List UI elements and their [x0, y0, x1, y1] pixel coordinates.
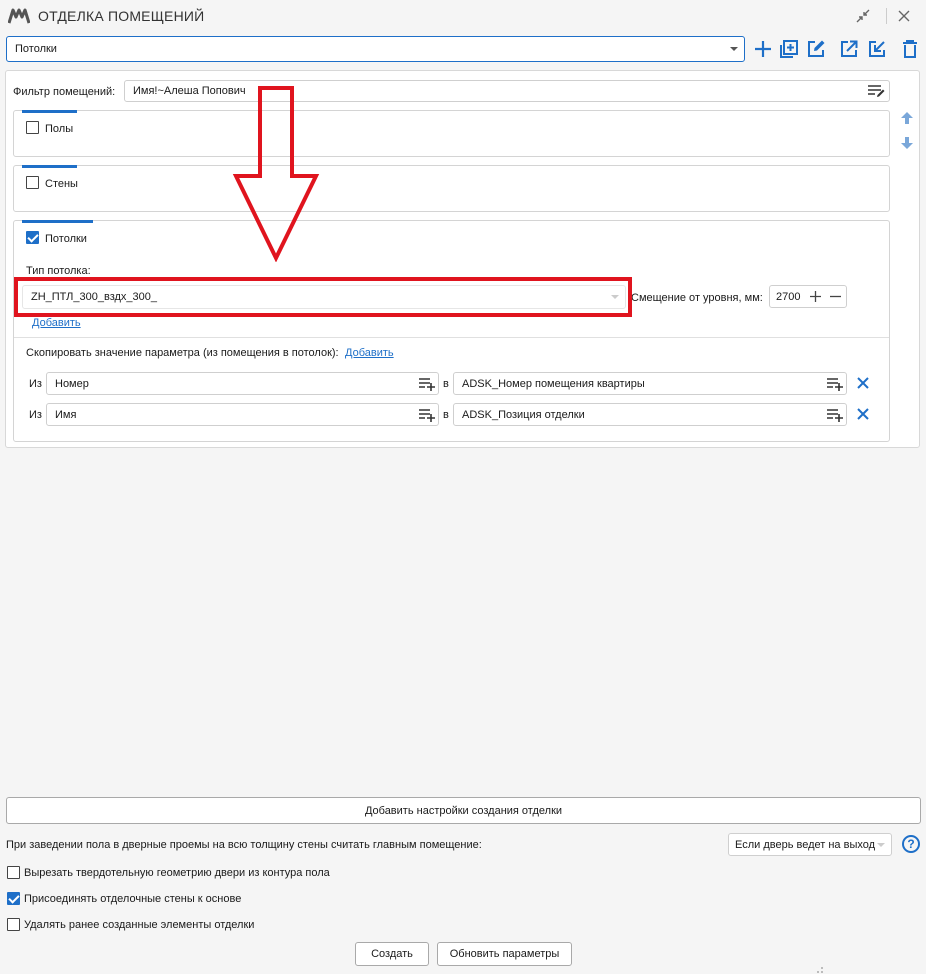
mapping-target-value: ADSK_Позиция отделки	[462, 408, 585, 421]
list-add-icon[interactable]	[418, 408, 436, 422]
mapping-source-input[interactable]: Номер	[46, 372, 439, 395]
option-label-delete-old: Удалять ранее созданные элементы отделки	[24, 919, 255, 931]
copy-param-label: Скопировать значение параметра (из помещ…	[26, 347, 339, 359]
remove-mapping-icon[interactable]	[856, 407, 870, 421]
mapping-source-value: Имя	[55, 408, 77, 421]
floors-tab-accent	[22, 110, 77, 113]
preset-select[interactable]: Потолки	[6, 36, 745, 62]
chevron-down-icon	[877, 842, 885, 847]
decrement-icon[interactable]	[830, 291, 841, 302]
edit-icon[interactable]	[805, 38, 827, 60]
offset-stepper[interactable]: 2700	[769, 285, 847, 308]
create-button[interactable]: Создать	[355, 942, 429, 966]
import-icon[interactable]	[866, 38, 888, 60]
help-icon[interactable]: ?	[902, 835, 920, 853]
copy-param-add-link[interactable]: Добавить	[345, 347, 394, 359]
mapping-target-input[interactable]: ADSK_Позиция отделки	[453, 403, 847, 426]
walls-checkbox[interactable]	[26, 176, 39, 189]
increment-icon[interactable]	[810, 291, 821, 302]
add-ceiling-type-link[interactable]: Добавить	[32, 317, 81, 329]
update-params-button[interactable]: Обновить параметры	[437, 942, 572, 966]
delete-icon[interactable]	[899, 38, 921, 60]
section-divider	[14, 337, 889, 338]
title-separator	[886, 8, 887, 24]
option-checkbox-join-walls[interactable]	[7, 892, 20, 905]
close-window-button[interactable]	[893, 6, 915, 26]
mapping-to-label: в	[443, 409, 449, 421]
add-settings-button[interactable]: Добавить настройки создания отделки	[6, 797, 921, 824]
mapping-to-label: в	[443, 378, 449, 390]
option-label-join-walls: Присоединять отделочные стены к основе	[24, 893, 242, 905]
option-checkbox-delete-old[interactable]	[7, 918, 20, 931]
filter-label: Фильтр помещений:	[13, 86, 116, 98]
ceilings-checkbox[interactable]	[26, 231, 39, 244]
ceilings-label: Потолки	[45, 233, 87, 245]
door-rule-select[interactable]: Если дверь ведет на выход	[728, 833, 892, 856]
option-label-cut-door: Вырезать твердотельную геометрию двери и…	[24, 867, 330, 879]
option-checkbox-cut-door[interactable]	[7, 866, 20, 879]
floors-label: Полы	[45, 123, 74, 135]
walls-section	[13, 165, 890, 212]
list-add-icon[interactable]	[418, 377, 436, 391]
walls-label: Стены	[45, 178, 78, 190]
ceilings-tab-accent	[22, 220, 93, 223]
mapping-from-label: Из	[29, 378, 42, 390]
close-icon	[898, 10, 910, 22]
ceiling-type-label: Тип потолка:	[26, 265, 91, 277]
add-icon[interactable]	[752, 38, 774, 60]
edit-list-icon[interactable]	[867, 84, 885, 98]
floors-checkbox[interactable]	[26, 121, 39, 134]
duplicate-icon[interactable]	[778, 38, 800, 60]
offset-label: Смещение от уровня, мм:	[631, 292, 763, 304]
window-title: ОТДЕЛКА ПОМЕЩЕНИЙ	[38, 8, 205, 24]
list-add-icon[interactable]	[826, 408, 844, 422]
annotation-highlight-box	[14, 277, 632, 317]
door-rule-value: Если дверь ведет на выход	[735, 838, 876, 851]
list-add-icon[interactable]	[826, 377, 844, 391]
resize-grip-icon[interactable]	[816, 966, 826, 974]
mapping-target-value: ADSK_Номер помещения квартиры	[462, 377, 645, 390]
walls-tab-accent	[22, 165, 77, 168]
move-down-icon[interactable]	[900, 136, 914, 150]
floors-section	[13, 110, 890, 157]
annotation-arrow	[232, 86, 320, 262]
mapping-target-input[interactable]: ADSK_Номер помещения квартиры	[453, 372, 847, 395]
move-up-icon[interactable]	[900, 111, 914, 125]
mapping-source-input[interactable]: Имя	[46, 403, 439, 426]
app-logo-icon	[8, 8, 30, 24]
export-icon[interactable]	[838, 38, 860, 60]
mapping-from-label: Из	[29, 409, 42, 421]
collapse-icon	[856, 9, 870, 23]
remove-mapping-icon[interactable]	[856, 376, 870, 390]
chevron-down-icon	[730, 47, 738, 51]
door-rule-label: При заведении пола в дверные проемы на в…	[6, 839, 482, 851]
offset-value: 2700	[776, 290, 801, 303]
filter-input-value: Имя!~Алеша Попович	[133, 85, 246, 97]
mapping-source-value: Номер	[55, 377, 89, 390]
preset-select-value: Потолки	[15, 43, 57, 55]
collapse-window-button[interactable]	[852, 6, 874, 26]
